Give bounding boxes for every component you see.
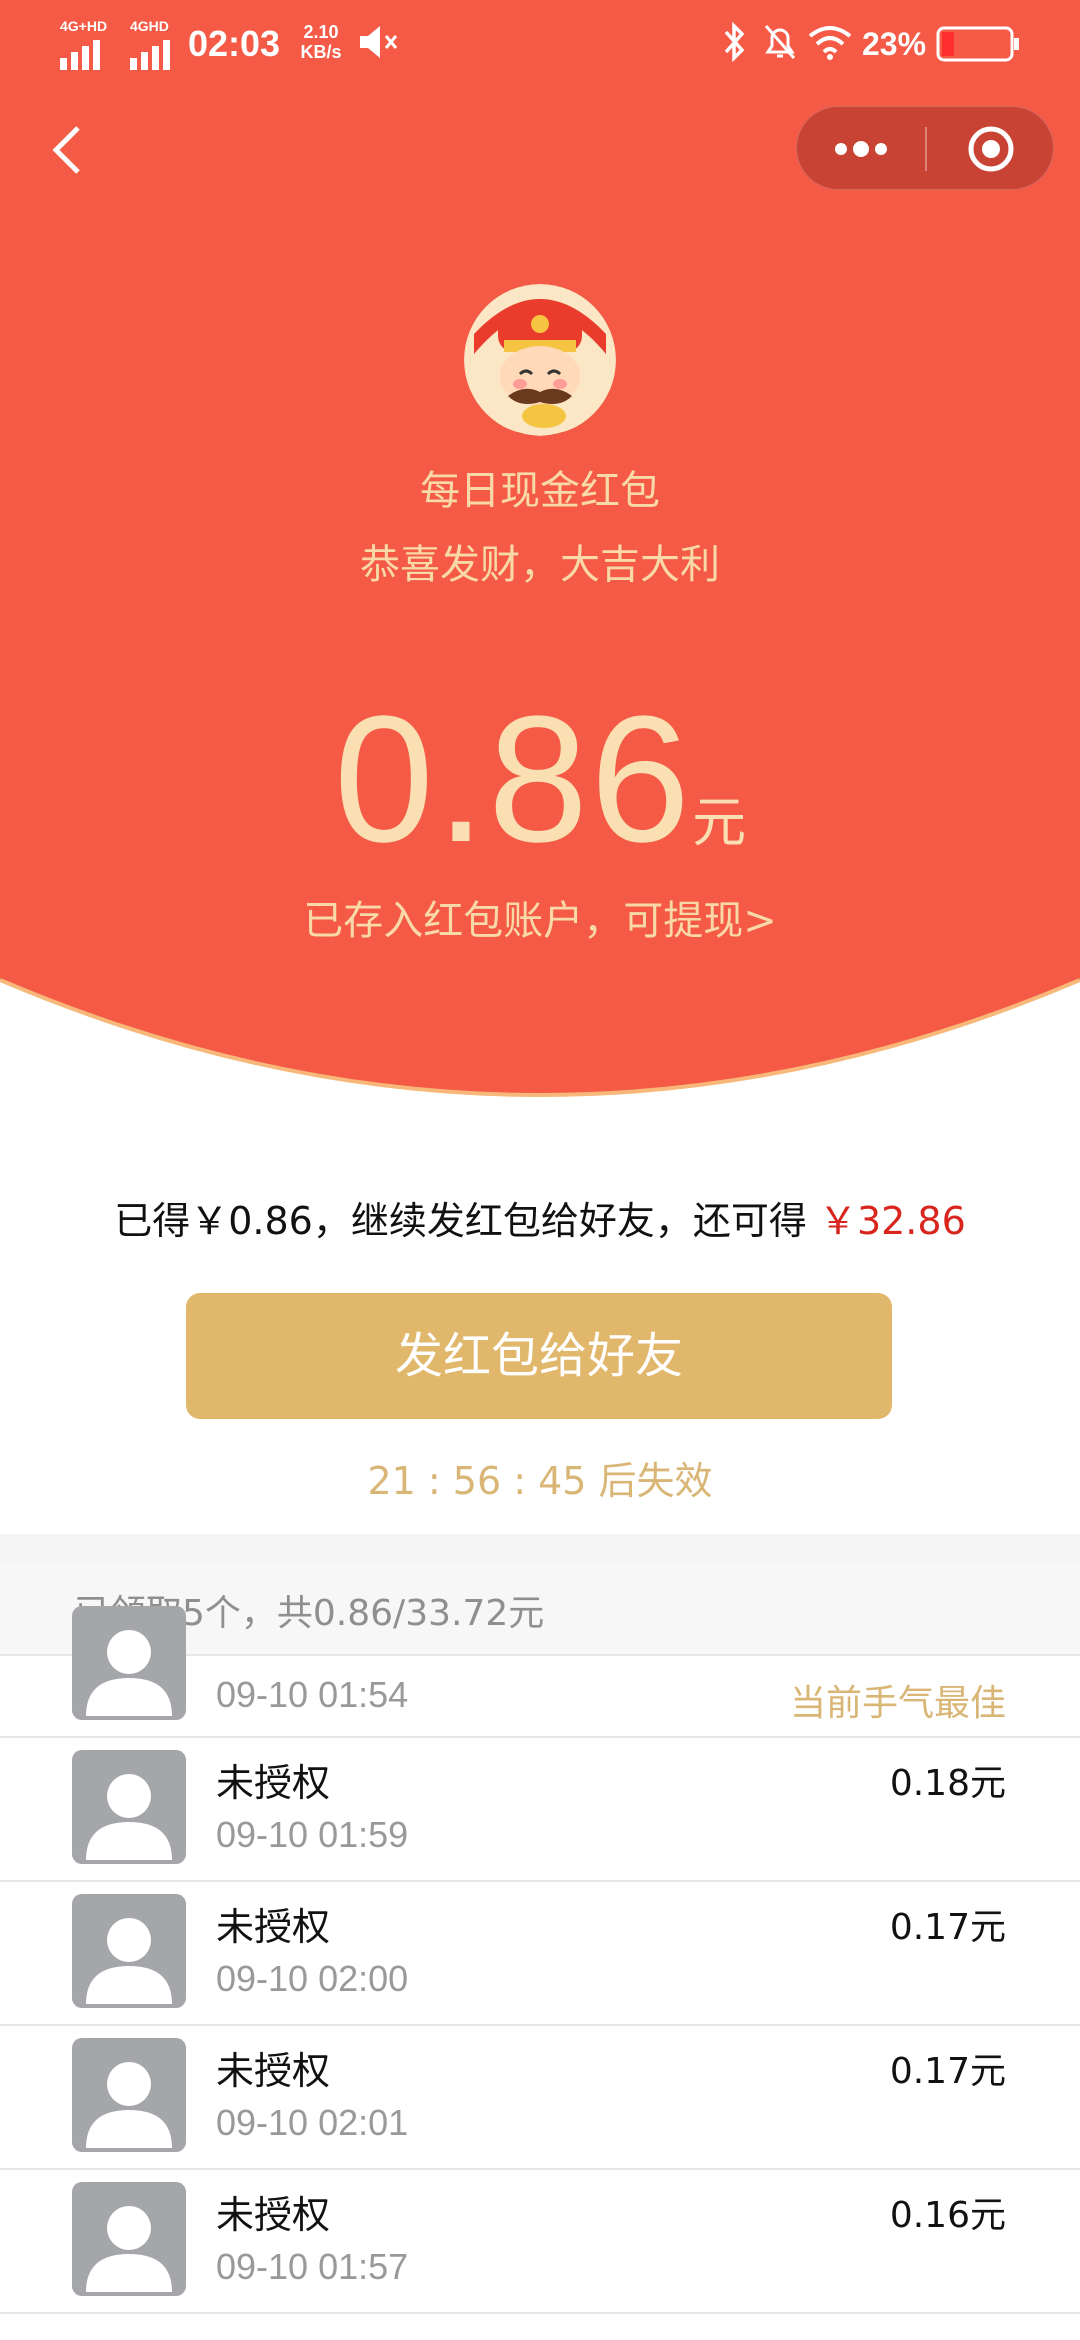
- record-time: 09-10 01:59: [216, 1814, 409, 1855]
- capsule-divider: [925, 127, 927, 171]
- record-time: 09-10 02:00: [216, 1958, 409, 1999]
- user-avatar: [72, 2038, 186, 2152]
- net-speed: 2.10 KB/s: [300, 22, 342, 62]
- bluetooth-icon: [724, 21, 745, 63]
- list-item[interactable]: 未授权 09-10 01:57 0.16元: [0, 2170, 1080, 2314]
- record-time: 09-10 01:54: [216, 1674, 409, 1715]
- default-user-icon: [86, 1774, 172, 1860]
- bell-off-icon: [764, 25, 796, 59]
- reward-info: 已得￥0.86，继续发红包给好友，还可得 ￥32.86: [0, 1190, 1080, 1245]
- send-red-packet-button[interactable]: 发红包给好友: [186, 1293, 892, 1419]
- record-amount: 0.17元: [889, 2051, 1006, 2092]
- wifi-icon: [808, 26, 852, 60]
- section-divider: [0, 1534, 1080, 1562]
- more-button[interactable]: [831, 133, 891, 165]
- battery-icon: [936, 26, 1019, 62]
- battery-percent: 23%: [862, 26, 927, 62]
- clock: 02:03: [188, 23, 281, 64]
- record-name: 未授权: [216, 2049, 331, 2093]
- list-item[interactable]: 未授权 09-10 01:59 0.18元: [0, 1738, 1080, 1882]
- close-mini-program-button[interactable]: [967, 125, 1015, 173]
- signal-bars-icon: [60, 36, 110, 70]
- best-luck-badge: 当前手气最佳: [789, 1683, 1006, 1724]
- list-item[interactable]: 未授权 09-10 02:01 0.17元: [0, 2026, 1080, 2170]
- record-time: 09-10 01:57: [216, 2246, 409, 2287]
- mini-program-capsule: [796, 106, 1054, 190]
- page-title: 每日现金红包: [420, 468, 660, 514]
- list-item[interactable]: 09-10 01:54 当前手气最佳: [0, 1606, 1080, 1738]
- network-label-2: 4GHD: [130, 18, 169, 34]
- list-item[interactable]: 未授权 09-10 02:00 0.17元: [0, 1882, 1080, 2026]
- default-user-icon: [86, 1918, 172, 2004]
- greeting-subtitle: 恭喜发财，大吉大利: [360, 542, 720, 588]
- back-button[interactable]: [40, 120, 100, 180]
- signal-1: 4G+HD: [60, 14, 130, 74]
- chevron-left-icon: [52, 126, 80, 174]
- expiry-countdown: 21 : 56 : 45 后失效: [367, 1459, 713, 1503]
- withdraw-link[interactable]: 已存入红包账户，可提现>: [0, 888, 1080, 946]
- record-amount: 0.17元: [889, 1907, 1006, 1948]
- default-user-icon: [86, 1630, 172, 1716]
- god-of-wealth-avatar: [464, 284, 616, 436]
- record-time: 09-10 02:01: [216, 2102, 409, 2143]
- extra-reward-amount: ￥32.86: [818, 1199, 966, 1243]
- user-avatar: [72, 1606, 186, 1720]
- record-name: 未授权: [216, 1905, 331, 1949]
- amount-display: 0.86元: [0, 680, 1080, 880]
- record-name: 未授权: [216, 1761, 331, 1805]
- amount-value: 0.86: [333, 679, 693, 880]
- user-avatar: [72, 2182, 186, 2296]
- record-amount: 0.18元: [889, 1763, 1006, 1804]
- amount-unit: 元: [692, 791, 747, 854]
- reward-info-text: 已得￥0.86，继续发红包给好友，还可得: [114, 1199, 807, 1243]
- signal-2: 4GHD: [130, 14, 190, 74]
- user-avatar: [72, 1750, 186, 1864]
- mute-icon: [360, 26, 398, 58]
- network-label-1: 4G+HD: [60, 18, 108, 34]
- record-name: 未授权: [216, 2193, 331, 2237]
- user-avatar: [72, 1894, 186, 2008]
- signal-bars-icon: [130, 36, 180, 70]
- record-amount: 0.16元: [889, 2195, 1006, 2236]
- default-user-icon: [86, 2206, 172, 2292]
- default-user-icon: [86, 2062, 172, 2148]
